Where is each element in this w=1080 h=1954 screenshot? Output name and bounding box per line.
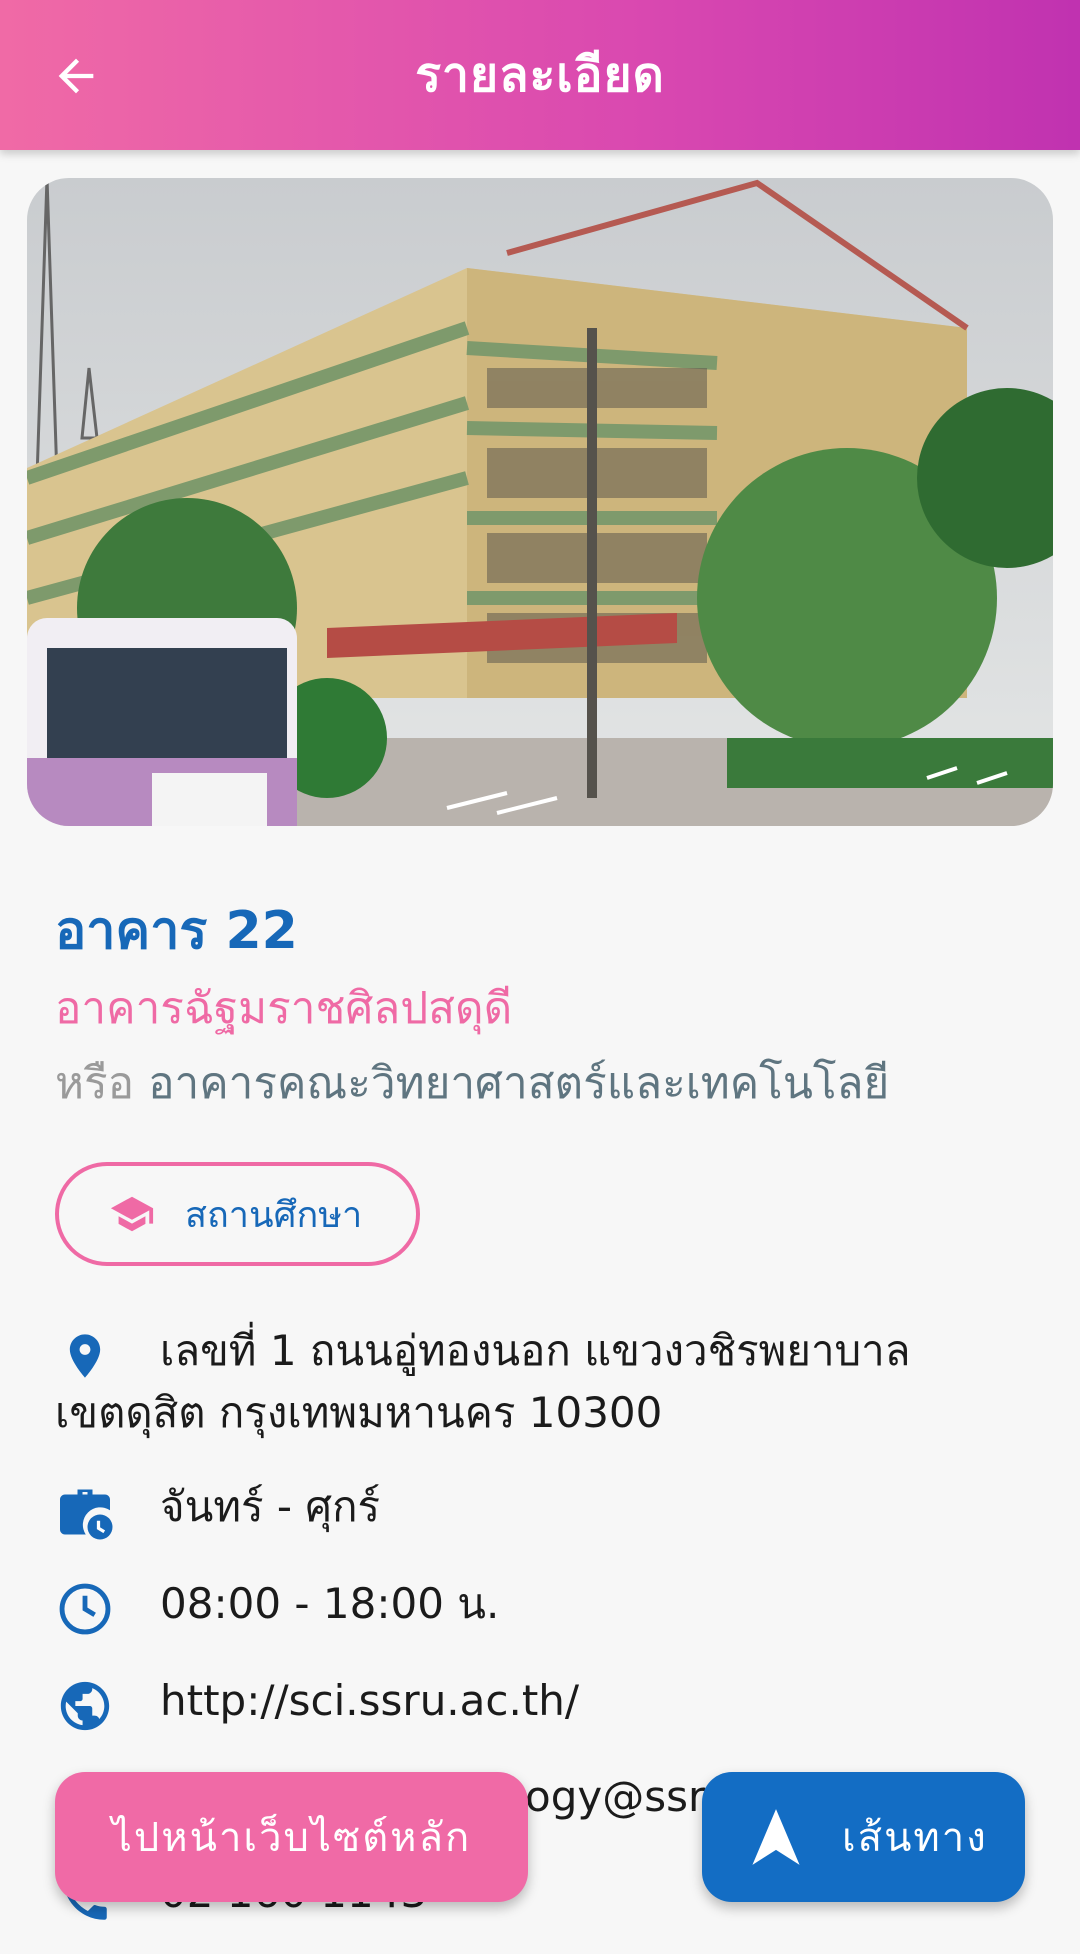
business-hours-icon (55, 1482, 115, 1542)
building-name: อาคาร 22 (55, 901, 298, 961)
opening-hours: 08:00 - 18:00 น. (160, 1579, 500, 1628)
category-label: สถานศึกษา (185, 1194, 363, 1236)
hours-row: 08:00 - 18:00 น. (55, 1573, 1040, 1635)
building-official-name: อาคารฉัฐมราชศิลปสดุดี (55, 983, 513, 1034)
website-row[interactable]: http://sci.ssru.ac.th/ (55, 1670, 1040, 1732)
location-pin-icon (55, 1326, 115, 1386)
app-bar: รายละเอียด (0, 0, 1080, 150)
days-row: จันทร์ - ศุกร์ (55, 1476, 1040, 1540)
detail-screen: รายละเอียด อาคาร 22 อาคารฉัฐมราชศิลปสดุด… (0, 0, 1080, 1954)
globe-icon (55, 1676, 115, 1736)
building-photo (27, 178, 1053, 826)
graduation-cap-icon (110, 1196, 154, 1232)
navigation-arrow-icon (750, 1807, 802, 1867)
building-alt-name: อาคารคณะวิทยาศาสตร์และเทคโนโลยี (148, 1058, 890, 1109)
address-row: เลขที่ 1 ถนนอู่ทองนอก แขวงวชิรพยาบาล เขต… (55, 1320, 1040, 1444)
back-button[interactable] (40, 40, 112, 112)
route-button[interactable]: เส้นทาง (702, 1772, 1025, 1902)
alt-name-prefix: หรือ (55, 1058, 135, 1109)
address-line-2: เขตดุสิต กรุงเทพมหานคร 10300 (55, 1388, 663, 1437)
category-chip[interactable]: สถานศึกษา (55, 1162, 420, 1266)
route-button-label: เส้นทาง (842, 1815, 988, 1861)
go-to-website-button[interactable]: ไปหน้าเว็บไซต์หลัก (55, 1772, 528, 1902)
building-alt-name-line: หรือ อาคารคณะวิทยาศาสตร์และเทคโนโลยี (55, 1048, 889, 1118)
opening-days: จันทร์ - ศุกร์ (160, 1482, 381, 1531)
page-title: รายละเอียด (415, 47, 665, 103)
arrow-left-icon (58, 58, 94, 94)
address-line-1: เลขที่ 1 ถนนอู่ทองนอก แขวงวชิรพยาบาล (160, 1326, 911, 1375)
clock-icon (55, 1579, 115, 1639)
website-link[interactable]: http://sci.ssru.ac.th/ (55, 1670, 1040, 1732)
